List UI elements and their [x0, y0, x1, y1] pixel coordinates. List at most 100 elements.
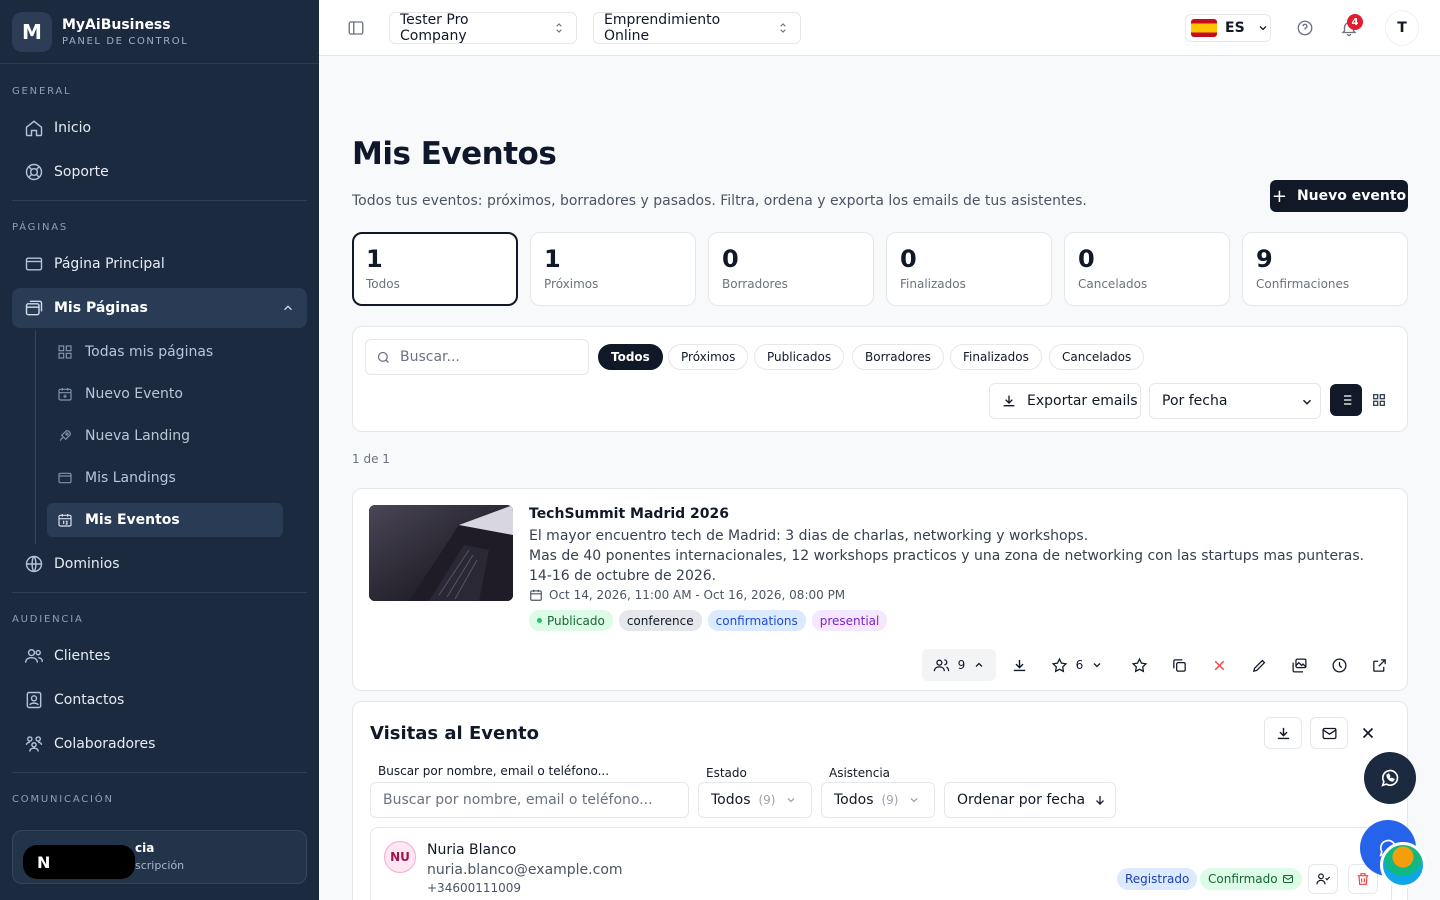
search-icon — [376, 350, 391, 365]
download-button[interactable] — [1007, 649, 1031, 681]
language-code: ES — [1225, 20, 1245, 36]
visits-search-label: Buscar por nombre, email o teléfono... — [378, 764, 610, 778]
edit-button[interactable] — [1247, 649, 1271, 681]
sidebar-subitem-label: Mis Eventos — [85, 512, 180, 528]
sidebar-item-clientes[interactable]: Clientes — [12, 636, 307, 676]
pencil-icon — [1251, 657, 1268, 674]
type-badge: conference — [618, 610, 702, 631]
rating-toggle[interactable]: 6 — [1047, 649, 1107, 681]
sort-value: Por fecha — [1162, 393, 1228, 409]
language-select[interactable]: ES — [1185, 14, 1271, 42]
stat-card-todos[interactable]: 1 Todos — [352, 232, 518, 306]
visitor-row[interactable]: NU Nuria Blanco nuria.blanco@example.com… — [370, 827, 1392, 900]
stat-card-borradores[interactable]: 0 Borradores — [708, 232, 874, 306]
open-external-button[interactable] — [1367, 649, 1391, 681]
filter-pill-todos[interactable]: Todos — [598, 344, 663, 370]
visits-download-button[interactable] — [1264, 717, 1302, 749]
sidebar-item-dominios[interactable]: Dominios — [12, 544, 307, 584]
project-select[interactable]: Emprendimiento Online — [593, 12, 801, 44]
event-card[interactable]: TechSummit Madrid 2026 El mayor encuentr… — [352, 488, 1408, 691]
sidebar-item-label: Página Principal — [54, 256, 165, 272]
visits-panel: Visitas al Evento Buscar por nombre, ema… — [352, 701, 1408, 900]
page-title: Mis Eventos — [352, 136, 557, 172]
calendar-icon — [57, 512, 73, 528]
sidebar-item-contactos[interactable]: Contactos — [12, 680, 307, 720]
company-select[interactable]: Tester Pro Company — [389, 12, 577, 44]
images-icon — [1291, 657, 1308, 674]
whatsapp-button[interactable] — [1364, 752, 1416, 804]
sidebar-subitem-nueva-landing[interactable]: Nueva Landing — [47, 419, 283, 453]
attendees-toggle[interactable]: 9 — [922, 649, 996, 681]
history-button[interactable] — [1327, 649, 1351, 681]
chevron-down-icon — [908, 794, 920, 806]
close-icon[interactable] — [1359, 724, 1377, 742]
sidebar-subitem-nuevo-evento[interactable]: Nuevo Evento — [47, 377, 283, 411]
chevron-updown-icon — [552, 21, 566, 35]
stat-card-proximos[interactable]: 1 Próximos — [530, 232, 696, 306]
grid-view-button[interactable] — [1363, 384, 1395, 416]
user-card[interactable]: cia scripción N — [12, 830, 307, 884]
duplicate-button[interactable] — [1167, 649, 1191, 681]
list-view-button[interactable] — [1330, 384, 1362, 416]
sidebar-item-mis-paginas[interactable]: Mis Páginas — [12, 288, 307, 328]
stat-label: Todos — [366, 277, 400, 291]
export-emails-button[interactable]: Exportar emails — [989, 383, 1141, 419]
filter-pill-publicados[interactable]: Publicados — [754, 344, 845, 370]
calendar-icon — [529, 588, 543, 602]
brand[interactable]: M MyAiBusiness PANEL DE CONTROL — [0, 0, 319, 64]
stat-value: 9 — [1256, 245, 1273, 273]
event-thumbnail[interactable] — [369, 505, 513, 601]
format-badge: presential — [811, 610, 888, 631]
stat-card-confirmaciones[interactable]: 9 Confirmaciones — [1242, 232, 1408, 306]
visits-email-button[interactable] — [1310, 717, 1348, 749]
filter-pill-finalizados[interactable]: Finalizados — [950, 344, 1042, 370]
visits-search-input[interactable]: Buscar por nombre, email o teléfono... — [370, 782, 689, 818]
sort-select[interactable]: Por fecha — [1149, 383, 1321, 419]
order-by-date-button[interactable]: Ordenar por fecha — [944, 782, 1116, 818]
windows-icon — [24, 298, 44, 318]
stat-card-finalizados[interactable]: 0 Finalizados — [886, 232, 1052, 306]
filter-pill-proximos[interactable]: Próximos — [668, 344, 749, 370]
estado-select[interactable]: Todos (9) — [698, 782, 812, 818]
search-input[interactable]: Buscar... — [365, 339, 589, 375]
sidebar-item-pagina-principal[interactable]: Página Principal — [12, 244, 307, 284]
confirmed-badge: Confirmado — [1200, 868, 1302, 890]
trash-icon — [1355, 871, 1371, 887]
event-title[interactable]: TechSummit Madrid 2026 — [529, 506, 729, 522]
sidebar-item-inicio[interactable]: Inicio — [12, 108, 307, 148]
sidebar-item-colaboradores[interactable]: Colaboradores — [12, 724, 307, 764]
brand-subtitle: PANEL DE CONTROL — [62, 35, 189, 47]
team-icon — [24, 734, 44, 754]
chevron-down-icon — [1300, 395, 1314, 409]
sidebar-item-label: Soporte — [54, 164, 109, 180]
plus-icon: + — [1271, 185, 1287, 207]
status-text: Publicado — [547, 613, 605, 628]
chevron-updown-icon — [776, 21, 790, 35]
user-avatar-button[interactable]: T — [1385, 10, 1419, 46]
mode-badge: confirmations — [707, 610, 806, 631]
sidebar-subitem-todas-mis-paginas[interactable]: Todas mis páginas — [47, 335, 283, 369]
filter-pill-borradores[interactable]: Borradores — [852, 344, 944, 370]
lifebuoy-icon — [24, 162, 44, 182]
sidebar-subitem-mis-eventos[interactable]: Mis Eventos — [47, 503, 283, 537]
favorite-button[interactable] — [1127, 649, 1151, 681]
filter-pill-cancelados[interactable]: Cancelados — [1049, 344, 1145, 370]
asistencia-select[interactable]: Todos (9) — [821, 782, 935, 818]
submenu-line — [35, 330, 36, 544]
sidebar-item-soporte[interactable]: Soporte — [12, 152, 307, 192]
chevron-up-icon[interactable] — [281, 301, 295, 315]
gallery-button[interactable] — [1287, 649, 1311, 681]
assistant-avatar[interactable] — [1380, 842, 1426, 888]
cancel-event-button[interactable] — [1207, 649, 1231, 681]
rating-count: 6 — [1075, 658, 1084, 672]
sidebar-subitem-mis-landings[interactable]: Mis Landings — [47, 461, 283, 495]
check-in-button[interactable] — [1308, 864, 1338, 894]
sidebar-toggle-icon[interactable] — [347, 19, 365, 37]
asistencia-value: Todos — [834, 792, 874, 808]
users-icon — [933, 657, 950, 674]
stat-card-cancelados[interactable]: 0 Cancelados — [1064, 232, 1230, 306]
stat-label: Finalizados — [900, 277, 966, 291]
help-icon[interactable] — [1296, 19, 1314, 37]
new-event-button[interactable]: + Nuevo evento — [1270, 180, 1408, 212]
notification-badge: 4 — [1347, 14, 1363, 30]
